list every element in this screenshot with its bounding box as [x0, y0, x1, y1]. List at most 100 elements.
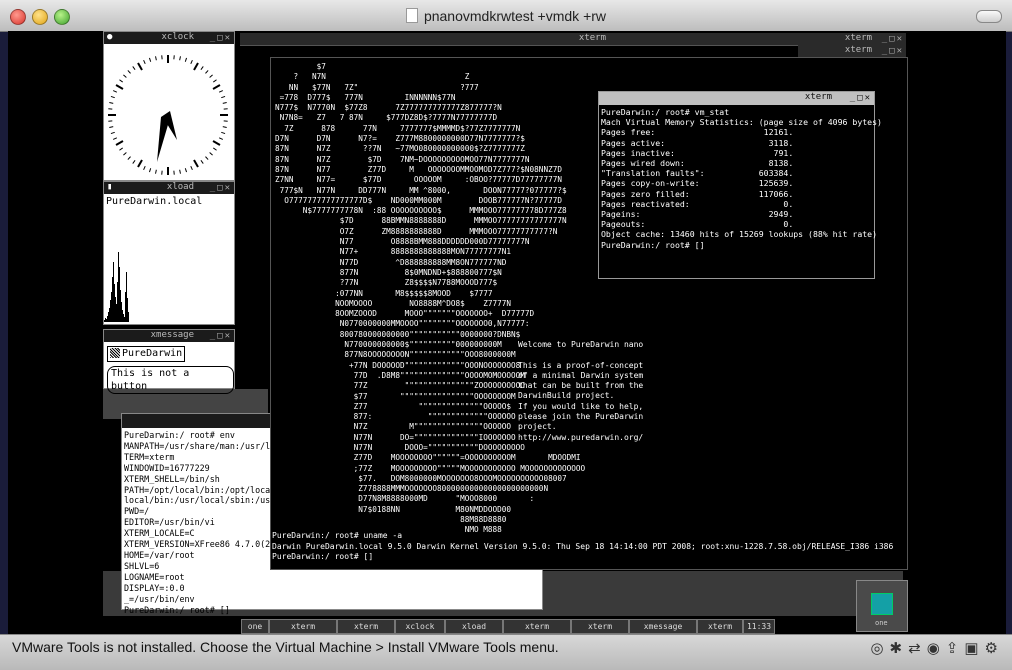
- vm-screen[interactable]: xterm xterm _□✕ xterm _□✕ ● xclock _□✕ ▮…: [8, 31, 1006, 634]
- terminal-line: XTERM_VERSION=XFree86 4.7.0(236: [124, 539, 290, 550]
- clock-face: [104, 45, 232, 179]
- window-controls-icon[interactable]: _□✕: [210, 331, 232, 341]
- device-icons[interactable]: ◎✱⇄◉⇪▣⚙: [870, 639, 1004, 657]
- terminal-line: PureDarwin:/ root# uname -a: [272, 531, 893, 542]
- terminal-line: TERM=xterm: [124, 452, 290, 463]
- xclock-titlebar[interactable]: ● xclock _□✕: [104, 32, 234, 44]
- taskbar-item[interactable]: xload: [445, 619, 503, 634]
- terminal-line: local/bin:/usr/local/sbin:/usr/l: [124, 495, 290, 506]
- clock-tick: [156, 56, 157, 60]
- disk-icon[interactable]: ◉: [927, 640, 946, 657]
- taskbar-item[interactable]: xterm: [697, 619, 743, 634]
- bluetooth-icon[interactable]: ✱: [890, 640, 909, 657]
- xload-window[interactable]: ▮ xload _□✕ PureDarwin.local: [103, 181, 235, 325]
- clock-tick: [113, 138, 117, 140]
- clock-tick: [144, 166, 146, 170]
- toolbar-toggle-button[interactable]: [976, 10, 1002, 23]
- load-bar: [121, 302, 122, 322]
- vmware-status-bar: VMware Tools is not installed. Choose th…: [0, 634, 1012, 670]
- clock-tick: [138, 160, 142, 167]
- taskbar-item[interactable]: one: [241, 619, 269, 634]
- load-bar: [127, 298, 128, 322]
- clock-tick: [194, 63, 198, 70]
- taskbar-item[interactable]: xterm: [269, 619, 337, 634]
- window-title: xterm: [579, 33, 606, 43]
- minute-hand: [157, 115, 170, 162]
- desktop-pager[interactable]: one: [856, 580, 908, 632]
- clock-tick: [205, 157, 208, 160]
- load-bar: [125, 292, 126, 322]
- cd-icon[interactable]: ◎: [870, 640, 889, 657]
- window-controls-icon[interactable]: _□✕: [882, 34, 904, 44]
- taskbar-item[interactable]: xclock: [395, 619, 445, 634]
- background-xterm-titlebar[interactable]: xterm _□✕: [798, 45, 906, 57]
- menu-icon[interactable]: ●: [107, 32, 112, 42]
- menu-icon[interactable]: ▮: [107, 182, 112, 192]
- window-title: xmessage: [151, 330, 194, 340]
- load-bar: [118, 252, 119, 322]
- terminal-line: WINDOWID=16777229: [124, 463, 290, 474]
- taskbar-item[interactable]: xmessage: [629, 619, 697, 634]
- clock-tick: [128, 70, 131, 73]
- taskbar-item[interactable]: xterm: [503, 619, 571, 634]
- xload-titlebar[interactable]: ▮ xload _□✕: [104, 182, 234, 194]
- clock-tick: [201, 66, 203, 69]
- pager-desktop-thumbnail[interactable]: [871, 593, 893, 615]
- clock-tick: [210, 75, 213, 78]
- clock-tick: [223, 127, 227, 128]
- xload-hostname: PureDarwin.local: [106, 196, 202, 207]
- xmessage-titlebar[interactable]: xmessage _□✕: [104, 330, 234, 342]
- network-icon[interactable]: ⇄: [908, 640, 927, 657]
- terminal-line: PureDarwin:/ root# []: [272, 552, 893, 563]
- terminal-line: PureDarwin:/ root# env: [124, 430, 290, 441]
- clock-tick: [111, 96, 115, 97]
- clock-tick: [213, 148, 216, 150]
- xmessage-text-button[interactable]: This is not a button: [107, 366, 234, 394]
- usb-icon[interactable]: ⇪: [946, 640, 965, 657]
- terminal-line: EDITOR=/usr/bin/vi: [124, 517, 290, 528]
- window-title: xclock: [161, 32, 194, 42]
- clock-tick: [149, 58, 150, 62]
- xterm-vmstat-titlebar[interactable]: xterm _□✕: [599, 92, 874, 105]
- load-bar: [114, 284, 115, 322]
- window-controls-icon[interactable]: _□✕: [882, 46, 904, 56]
- clock-tick: [116, 85, 123, 89]
- xterm-vmstat-window[interactable]: xterm _□✕ PureDarwin:/ root# vm_stat Mac…: [598, 91, 875, 279]
- load-bar: [112, 277, 113, 322]
- load-bar: [105, 318, 106, 322]
- lock-icon[interactable]: ▣: [964, 640, 984, 657]
- load-bar: [107, 316, 108, 322]
- clock-tick: [180, 56, 181, 60]
- terminal-line: PATH=/opt/local/bin:/opt/local/: [124, 485, 290, 496]
- xclock-window[interactable]: ● xclock _□✕: [103, 31, 235, 181]
- window-controls-icon[interactable]: _□✕: [210, 33, 232, 43]
- settings-icon[interactable]: ⚙: [985, 640, 1004, 657]
- vmstat-output[interactable]: PureDarwin:/ root# vm_stat Mach Virtual …: [601, 107, 882, 250]
- clock-tick: [213, 80, 216, 82]
- taskbar-item[interactable]: xterm: [337, 619, 395, 634]
- xterm-env-output[interactable]: PureDarwin:/ root# envMANPATH=/usr/share…: [124, 430, 290, 615]
- terminal-line: XTERM_SHELL=/bin/sh: [124, 474, 290, 485]
- load-bar: [115, 297, 116, 322]
- load-bar: [109, 308, 110, 322]
- clock-tick: [133, 160, 135, 163]
- window-controls-icon[interactable]: _□✕: [210, 183, 232, 193]
- terminal-line: PWD=/: [124, 506, 290, 517]
- xmessage-window[interactable]: xmessage _□✕ PureDarwin This is not a bu…: [103, 329, 235, 389]
- clock-tick: [123, 152, 126, 155]
- puredarwin-ascii-logo: $7 ? N7N Z NN $77N 7Z" ?777 =778 D777$ 7…: [275, 62, 585, 536]
- clock-tick: [201, 160, 203, 163]
- load-bar: [110, 300, 111, 322]
- window-controls-icon[interactable]: _□✕: [850, 93, 872, 103]
- taskbar-item[interactable]: xterm: [571, 619, 629, 634]
- clock-tick: [213, 141, 220, 145]
- clock-tick: [180, 170, 181, 174]
- xterm-main-output[interactable]: PureDarwin:/ root# uname -aDarwin PureDa…: [272, 531, 893, 563]
- terminal-line: SHLVL=6: [124, 561, 290, 572]
- clock-tick: [111, 132, 115, 133]
- xmessage-puredarwin-button[interactable]: PureDarwin: [107, 346, 185, 362]
- clock-tick: [119, 80, 122, 82]
- clock-tick: [156, 170, 157, 174]
- clock-tick: [221, 96, 225, 97]
- load-bar: [111, 292, 112, 322]
